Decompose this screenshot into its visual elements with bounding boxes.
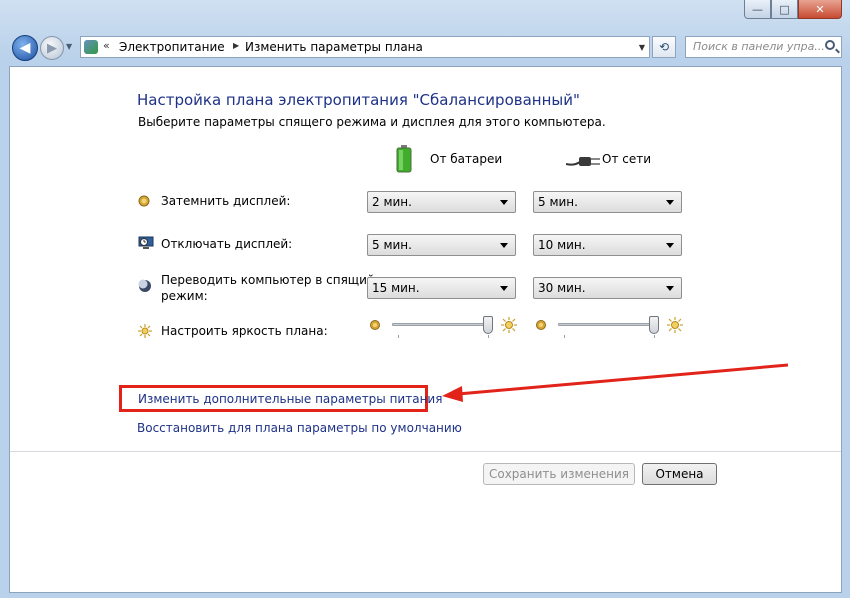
power-plug-icon <box>566 157 600 166</box>
window-frame: — □ ✕ ◀ ▶ ▼ « Электропитание ▶ Изменить … <box>0 0 850 598</box>
history-dropdown-icon[interactable]: ▼ <box>66 42 72 51</box>
breadcrumb-power-options[interactable]: Электропитание <box>119 40 225 54</box>
slider-tick <box>488 335 489 338</box>
save-changes-button[interactable]: Сохранить изменения <box>483 463 635 485</box>
sleep-ac-select[interactable]: 30 мин. <box>533 277 682 299</box>
brightness-ac-track[interactable] <box>558 323 654 326</box>
breadcrumb-separator-icon[interactable]: ▶ <box>233 41 239 50</box>
restore-defaults-link[interactable]: Восстановить для плана параметры по умол… <box>137 421 462 435</box>
breadcrumb-edit-plan[interactable]: Изменить параметры плана <box>245 40 423 54</box>
minimize-button[interactable]: — <box>744 0 771 19</box>
advanced-settings-link[interactable]: Изменить дополнительные параметры питани… <box>138 392 442 406</box>
address-dropdown-icon[interactable]: ▼ <box>639 43 645 52</box>
sleep-label-line2: режим: <box>161 289 208 303</box>
sleep-ac-value: 30 мин. <box>538 281 586 295</box>
dim-display-icon <box>138 195 150 207</box>
slider-tick <box>654 335 655 338</box>
brightness-high-icon <box>501 317 517 333</box>
brightness-icon <box>138 324 152 338</box>
sleep-moon-icon <box>138 279 151 292</box>
search-placeholder: Поиск в панели упра... <box>693 40 825 53</box>
brightness-low-icon <box>536 320 546 330</box>
brightness-ac-thumb[interactable] <box>649 316 659 334</box>
battery-column-label: От батареи <box>430 152 503 166</box>
address-bar[interactable]: « Электропитание ▶ Изменить параметры пл… <box>80 36 650 58</box>
sleep-label-line1: Переводить компьютер в спящий <box>161 273 375 287</box>
divider <box>10 451 841 452</box>
search-input[interactable]: Поиск в панели упра... <box>685 36 842 58</box>
dropdown-arrow-icon <box>666 243 674 248</box>
dropdown-arrow-icon <box>500 200 508 205</box>
brightness-label: Настроить яркость плана: <box>161 324 328 338</box>
slider-tick <box>564 335 565 338</box>
dim-display-battery-value: 2 мин. <box>372 195 412 209</box>
maximize-button[interactable]: □ <box>771 0 798 19</box>
dim-display-ac-value: 5 мин. <box>538 195 578 209</box>
battery-icon <box>396 145 412 173</box>
display-off-icon <box>138 236 154 249</box>
back-button[interactable]: ◀ <box>12 35 38 61</box>
brightness-low-icon <box>370 320 380 330</box>
slider-tick <box>398 335 399 338</box>
control-panel-icon <box>84 40 98 54</box>
navigation-bar: ◀ ▶ ▼ « Электропитание ▶ Изменить параме… <box>0 28 850 66</box>
refresh-button[interactable]: ⟲ <box>652 36 676 58</box>
brightness-battery-thumb[interactable] <box>483 316 493 334</box>
brightness-battery-track[interactable] <box>392 323 488 326</box>
dropdown-arrow-icon <box>500 286 508 291</box>
page-title: Настройка плана электропитания "Сбаланси… <box>137 91 580 109</box>
turn-off-display-battery-select[interactable]: 5 мин. <box>367 234 516 256</box>
content-pane: Настройка плана электропитания "Сбаланси… <box>9 66 842 593</box>
turn-off-display-battery-value: 5 мин. <box>372 238 412 252</box>
turn-off-display-label: Отключать дисплей: <box>161 237 293 251</box>
dropdown-arrow-icon <box>666 286 674 291</box>
close-button[interactable]: ✕ <box>798 0 842 19</box>
dim-display-label: Затемнить дисплей: <box>161 194 291 208</box>
title-bar: — □ ✕ <box>0 0 850 28</box>
sleep-battery-value: 15 мин. <box>372 281 420 295</box>
sleep-battery-select[interactable]: 15 мин. <box>367 277 516 299</box>
dropdown-arrow-icon <box>666 200 674 205</box>
turn-off-display-ac-select[interactable]: 10 мин. <box>533 234 682 256</box>
cancel-button[interactable]: Отмена <box>642 463 717 485</box>
forward-button[interactable]: ▶ <box>40 36 64 60</box>
brightness-high-icon <box>667 317 683 333</box>
ac-column-label: От сети <box>602 152 652 166</box>
dim-display-ac-select[interactable]: 5 мин. <box>533 191 682 213</box>
turn-off-display-ac-value: 10 мин. <box>538 238 586 252</box>
page-subtitle: Выберите параметры спящего режима и дисп… <box>138 115 606 129</box>
dim-display-battery-select[interactable]: 2 мин. <box>367 191 516 213</box>
dropdown-arrow-icon <box>500 243 508 248</box>
search-icon[interactable] <box>825 40 835 50</box>
breadcrumb-overflow-icon[interactable]: « <box>103 39 110 52</box>
